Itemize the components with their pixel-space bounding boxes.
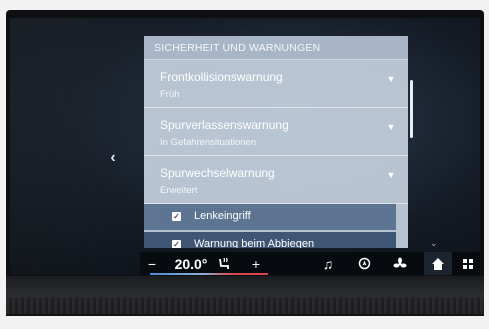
scrollbar[interactable] — [410, 80, 413, 138]
home-button[interactable] — [426, 252, 450, 275]
temperature-increase-button[interactable]: + — [246, 252, 266, 275]
infotainment-screen: ‹ SICHERHEIT UND WARNUNGEN Frontkollisio… — [10, 18, 480, 275]
seat-heating-icon — [219, 257, 229, 269]
scroll-down-icon: ⌄ — [430, 238, 438, 248]
temperature-decrease-button[interactable]: − — [142, 252, 162, 275]
dashboard-trim-texture — [6, 298, 484, 314]
chevron-down-icon: ▼ — [386, 170, 396, 180]
home-icon — [432, 257, 444, 270]
chevron-left-icon: ‹ — [110, 149, 116, 166]
setting-title: Spurwechselwarnung — [160, 166, 275, 180]
fan-button[interactable] — [388, 252, 412, 275]
seat-heating-button[interactable] — [214, 252, 234, 275]
setting-value: In Gefahrensituationen — [160, 137, 257, 148]
navigation-button[interactable] — [352, 252, 376, 275]
setting-value: Früh — [160, 89, 180, 100]
setting-title: Frontkollisionswarnung — [160, 70, 283, 84]
checkbox-row-warnung-beim-abbiegen[interactable]: ✓ Warnung beim Abbiegen — [144, 232, 396, 248]
setting-spurwechselwarnung[interactable]: Spurwechselwarnung Erweitert ▼ — [144, 156, 408, 204]
checkbox-row-lenkeingriff[interactable]: ✓ Lenkeingriff — [144, 204, 396, 230]
apps-button[interactable] — [458, 252, 478, 275]
checkbox-label: Warnung beim Abbiegen — [194, 238, 315, 248]
checkbox-checked-icon[interactable]: ✓ — [172, 212, 181, 221]
navigation-icon — [358, 257, 370, 270]
music-icon: ♫ — [322, 255, 334, 272]
temperature-indicator-bar — [150, 273, 268, 275]
setting-spurverlassenswarnung[interactable]: Spurverlassenswarnung In Gefahrensituati… — [144, 108, 408, 156]
checkbox-checked-icon[interactable]: ✓ — [172, 240, 181, 248]
setting-value: Erweitert — [160, 185, 198, 196]
apps-grid-icon — [463, 258, 473, 269]
fan-icon — [393, 257, 407, 267]
settings-panel: SICHERHEIT UND WARNUNGEN Frontkollisions… — [144, 36, 408, 248]
back-button[interactable]: ‹ — [102, 146, 124, 170]
setting-title: Spurverlassenswarnung — [160, 118, 289, 132]
chevron-down-icon: ▼ — [386, 74, 396, 84]
checkbox-label: Lenkeingriff — [194, 210, 251, 222]
music-button[interactable]: ♫ — [316, 252, 340, 275]
panel-title: SICHERHEIT UND WARNUNGEN — [144, 36, 408, 60]
setting-frontkollisionswarnung[interactable]: Frontkollisionswarnung Früh ▼ — [144, 60, 408, 108]
temperature-display: 20.0° — [174, 255, 208, 272]
chevron-down-icon: ▼ — [386, 122, 396, 132]
